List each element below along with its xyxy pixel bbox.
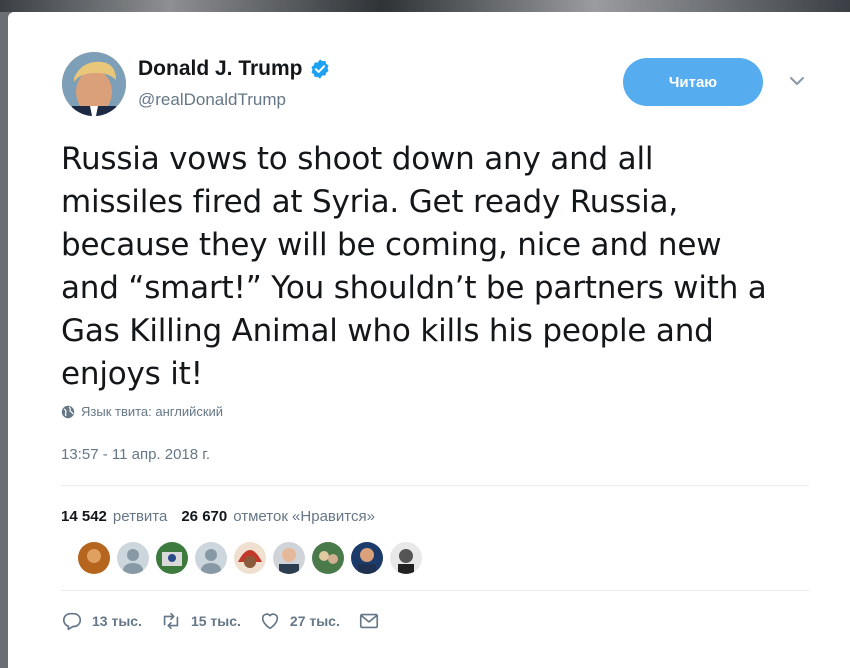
tweet-timestamp[interactable]: 13:57 - 11 апр. 2018 г. xyxy=(61,446,210,463)
reply-count: 13 тыс. xyxy=(92,613,142,629)
author-handle[interactable]: @realDonaldTrump xyxy=(138,90,286,110)
chevron-down-icon[interactable] xyxy=(788,74,806,88)
retweet-icon xyxy=(163,612,179,630)
reply-icon xyxy=(62,612,82,631)
liker-avatar[interactable] xyxy=(390,542,422,574)
tweet-text: Russia vows to shoot down any and all mi… xyxy=(61,141,767,392)
retweet-count: 15 тыс. xyxy=(190,613,241,629)
author-name[interactable]: Donald J. Trump xyxy=(138,57,331,81)
like-button[interactable]: 27 тыс. xyxy=(259,610,340,632)
divider xyxy=(61,590,809,591)
retweet-button[interactable]: 15 тыс. xyxy=(160,610,241,632)
likers-list xyxy=(78,542,422,574)
liker-avatar[interactable] xyxy=(78,542,110,574)
tweet-stats: 14 542 ретвита 26 670 отметок «Нравится» xyxy=(61,508,375,525)
likes-label[interactable]: отметок «Нравится» xyxy=(233,508,375,525)
divider xyxy=(61,485,809,486)
tweet-actions: 13 тыс. 15 тыс. 27 тыс. xyxy=(61,610,398,632)
tweet-card: Donald J. Trump @realDonaldTrump Читаю R… xyxy=(8,12,850,668)
following-button[interactable]: Читаю xyxy=(623,58,763,106)
liker-avatar[interactable] xyxy=(156,542,188,574)
retweets-label[interactable]: ретвита xyxy=(113,508,167,525)
like-count: 27 тыс. xyxy=(289,613,340,629)
likes-count[interactable]: 26 670 xyxy=(181,508,227,525)
tweet-language: Язык твита: английский xyxy=(61,404,223,419)
tweet-language-label: Язык твита: английский xyxy=(81,404,224,419)
verified-badge-icon xyxy=(310,59,329,79)
liker-avatar[interactable] xyxy=(351,542,383,574)
liker-avatar[interactable] xyxy=(117,542,149,574)
author-name-text[interactable]: Donald J. Trump xyxy=(138,57,303,81)
liker-avatar[interactable] xyxy=(312,542,344,574)
liker-avatar[interactable] xyxy=(234,542,266,574)
reply-button[interactable]: 13 тыс. xyxy=(61,610,142,632)
background-strip xyxy=(0,0,850,12)
author-avatar[interactable] xyxy=(62,52,126,116)
direct-message-button[interactable] xyxy=(358,610,380,632)
heart-icon xyxy=(261,613,279,630)
envelope-icon xyxy=(359,613,378,629)
liker-avatar[interactable] xyxy=(273,542,305,574)
retweets-count[interactable]: 14 542 xyxy=(61,508,107,525)
liker-avatar[interactable] xyxy=(195,542,227,574)
globe-icon xyxy=(61,405,75,418)
